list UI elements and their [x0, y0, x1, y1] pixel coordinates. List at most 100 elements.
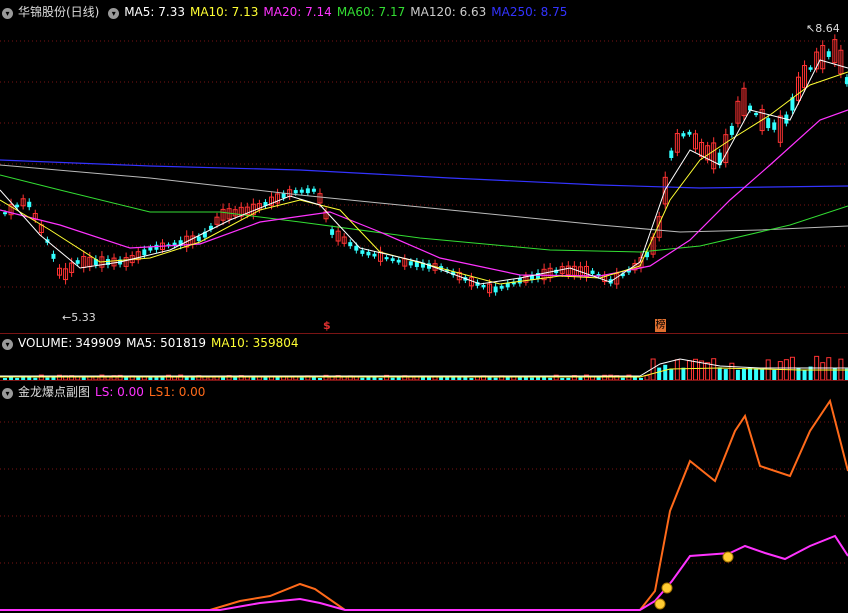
candle-body-down — [196, 236, 201, 242]
volume-bar-up — [711, 358, 717, 381]
candle-body-down — [384, 257, 389, 260]
ma10-line — [0, 71, 848, 285]
candle-body-down — [754, 113, 759, 116]
volume-bar-down — [748, 367, 753, 380]
candle-body-down — [408, 261, 413, 266]
ma120-label: MA120: 6.63 — [410, 5, 487, 19]
candle-body-down — [669, 150, 674, 158]
ma250-label: MA250: 8.75 — [491, 5, 568, 19]
low-price-label: ←5.33 — [62, 311, 96, 324]
indicator-header: ▾ 金龙爆点副图 LS: 0.00 LS1: 0.00 — [2, 383, 210, 400]
candle-body-down — [681, 133, 686, 137]
candle-body-down — [372, 253, 377, 257]
candle-body-down — [148, 247, 153, 251]
volume-bar-down — [717, 367, 722, 380]
candle-body-down — [590, 270, 595, 274]
candle-body-down — [390, 258, 395, 262]
candle-body-down — [481, 284, 486, 288]
volume-bar-down — [681, 367, 686, 380]
ma10-label: MA10: 7.13 — [189, 5, 259, 19]
candle-body-down — [15, 204, 20, 208]
ma20-line — [0, 109, 848, 277]
candle-body-down — [808, 67, 813, 70]
volume-bar-down — [723, 369, 728, 380]
volume-bar-up — [674, 359, 680, 381]
candle-body-down — [305, 188, 310, 194]
candle-body-down — [396, 259, 401, 263]
volume-bar-up — [826, 357, 832, 381]
price-header: ▾ 华锦股份(日线) ▾ MA5: 7.33 MA10: 7.13 MA20: 7.14… — [2, 3, 572, 20]
indicator-toggle-icon[interactable]: ▾ — [2, 388, 13, 399]
candle-body-down — [729, 125, 734, 135]
ma5-label: MA5: 7.33 — [124, 5, 185, 19]
volume-value: 349909 — [75, 336, 122, 350]
indicator-chart — [0, 398, 848, 611]
signal-marker-s[interactable]: $ — [323, 319, 331, 332]
ma-settings-icon[interactable]: ▾ — [108, 8, 120, 19]
volume-bar-down — [760, 369, 765, 380]
price-chart-panel[interactable]: ▾ 华锦股份(日线) ▾ MA5: 7.33 MA10: 7.13 MA20: 7.14… — [0, 0, 848, 333]
volume-bar-down — [735, 369, 740, 380]
volume-panel[interactable]: ▾ VOLUME: 349909 MA5: 501819 MA10: 359804 — [0, 333, 848, 381]
volume-ma5: MA5: 501819 — [126, 336, 206, 350]
volume-bar-down — [663, 364, 668, 380]
indicator-panel[interactable]: ▾ 金龙爆点副图 LS: 0.00 LS1: 0.00 — [0, 380, 848, 613]
ls-label: LS: 0.00 — [95, 385, 144, 399]
candle-body-down — [154, 244, 159, 250]
candle-body-down — [366, 251, 371, 256]
candle-body-down — [354, 245, 359, 251]
volume-header: ▾ VOLUME: 349909 MA5: 501819 MA10: 359804 — [2, 336, 303, 350]
candle-body-down — [499, 285, 504, 289]
ls-line — [0, 398, 848, 611]
ma60-label: MA60: 7.17 — [336, 5, 406, 19]
collapse-toggle-icon[interactable]: ▾ — [2, 8, 13, 19]
volume-bar-up — [820, 362, 826, 381]
signal-marker-bang[interactable]: 榜 — [655, 319, 666, 332]
volume-bar-up — [765, 359, 771, 381]
candle-body-down — [766, 118, 771, 129]
candle-body-down — [299, 189, 304, 193]
candle-body-down — [3, 212, 7, 215]
volume-bar-down — [669, 369, 674, 380]
volume-bar-down — [754, 368, 759, 380]
candle-body-down — [330, 229, 335, 235]
volume-bar-up — [705, 362, 711, 381]
signal-dot-icon — [654, 598, 666, 610]
candle-body-down — [360, 250, 365, 254]
candle-body-down — [75, 260, 80, 264]
candle-body-down — [348, 242, 353, 247]
candle-body-down — [293, 190, 298, 194]
candlestick-chart — [0, 34, 848, 297]
volume-bar-down — [772, 369, 777, 380]
volume-bar-down — [802, 369, 807, 380]
ma60-line — [0, 174, 848, 253]
volume-bar-down — [808, 366, 813, 380]
stock-title: 华锦股份(日线) — [18, 5, 100, 19]
candle-body-down — [687, 131, 692, 135]
volume-toggle-icon[interactable]: ▾ — [2, 339, 13, 350]
candle-body-down — [142, 249, 147, 256]
ls1-label: LS1: 0.00 — [148, 385, 206, 399]
candle-body-down — [493, 286, 498, 293]
candle-body-down — [281, 193, 286, 199]
ma120-line — [0, 164, 848, 233]
signal-dot-icon — [661, 582, 673, 594]
volume-title: VOLUME: — [18, 336, 73, 350]
volume-bar-down — [741, 368, 746, 380]
candle-body-down — [772, 122, 777, 130]
candle-body-down — [826, 51, 831, 57]
volume-bar-up — [729, 362, 735, 381]
ls1-line — [0, 534, 848, 611]
volume-bar-down — [657, 367, 662, 380]
candle-body-down — [311, 188, 316, 192]
indicator-title: 金龙爆点副图 — [18, 385, 91, 399]
volume-bar-up — [789, 356, 795, 381]
ma20-label: MA20: 7.14 — [263, 5, 332, 19]
signal-dot-icon — [722, 551, 734, 563]
volume-bar-up — [699, 360, 705, 381]
high-price-label: ↖8.64 — [806, 22, 840, 35]
candle-body-down — [51, 253, 56, 259]
volume-ma10: MA10: 359804 — [210, 336, 299, 350]
volume-bar-up — [777, 361, 783, 381]
candle-body-down — [27, 201, 32, 208]
